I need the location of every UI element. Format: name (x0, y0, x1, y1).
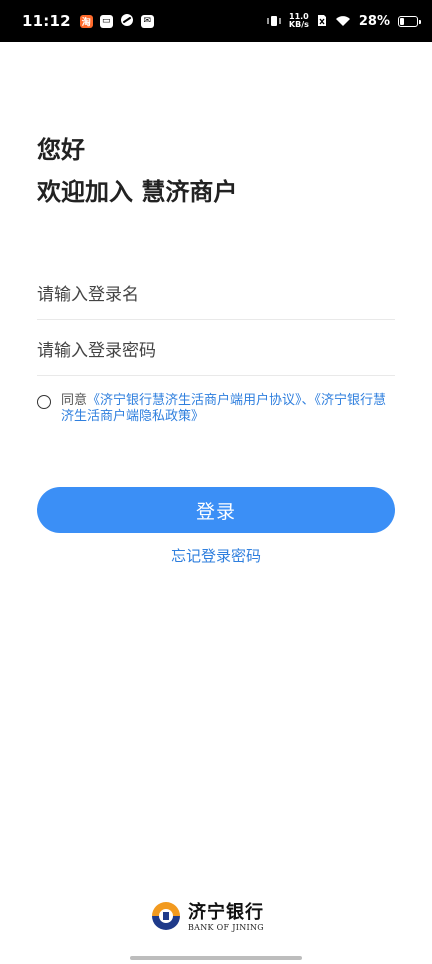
sim-off-icon (317, 12, 327, 31)
network-speed: 11.0 KB/s (289, 13, 309, 29)
agreement-row: 同意《济宁银行慧济生活商户端用户协议》、《济宁银行慧济生活商户端隐私政策》 (37, 393, 397, 425)
agreement-separator: 、 (301, 393, 315, 408)
password-field[interactable] (37, 326, 395, 376)
link-icon (120, 12, 134, 31)
status-right: 11.0 KB/s 28% (267, 12, 421, 31)
agreement-prefix: 同意 (61, 393, 88, 408)
taobao-icon: 淘 (79, 14, 93, 28)
vibrate-icon (267, 12, 281, 31)
bank-name-en: BANK OF JINING (188, 923, 264, 932)
user-agreement-link[interactable]: 《济宁银行慧济生活商户端用户协议》 (87, 393, 302, 408)
status-time: 11:12 (22, 12, 71, 30)
bank-logo-icon (150, 900, 182, 936)
forgot-password-link[interactable]: 忘记登录密码 (0, 545, 432, 566)
agreement-text: 同意《济宁银行慧济生活商户端用户协议》、《济宁银行慧济生活商户端隐私政策》 (61, 393, 397, 425)
mail-icon: ✉ (140, 14, 154, 28)
network-speed-unit: KB/s (288, 20, 309, 29)
welcome-subtitle: 欢迎加入 慧济商户 (37, 178, 238, 206)
notification-icons: 淘 ▭ ✉ (79, 12, 154, 31)
wifi-icon (335, 12, 351, 31)
agreement-radio[interactable] (37, 395, 51, 409)
username-field[interactable] (37, 270, 395, 320)
store-icon: ▭ (99, 14, 113, 28)
password-input[interactable] (37, 326, 395, 375)
greeting-title: 您好 (37, 136, 85, 164)
bank-name-cn: 济宁银行 (188, 902, 264, 923)
username-input[interactable] (37, 270, 395, 319)
battery-percent: 28% (358, 13, 390, 29)
status-bar: 11:12 淘 ▭ ✉ 11.0 KB/s 28% (0, 0, 432, 42)
login-button[interactable]: 登录 (37, 487, 395, 533)
battery-icon (398, 15, 421, 27)
bank-brand: 济宁银行 BANK OF JINING (150, 900, 264, 936)
home-indicator[interactable] (130, 956, 302, 960)
